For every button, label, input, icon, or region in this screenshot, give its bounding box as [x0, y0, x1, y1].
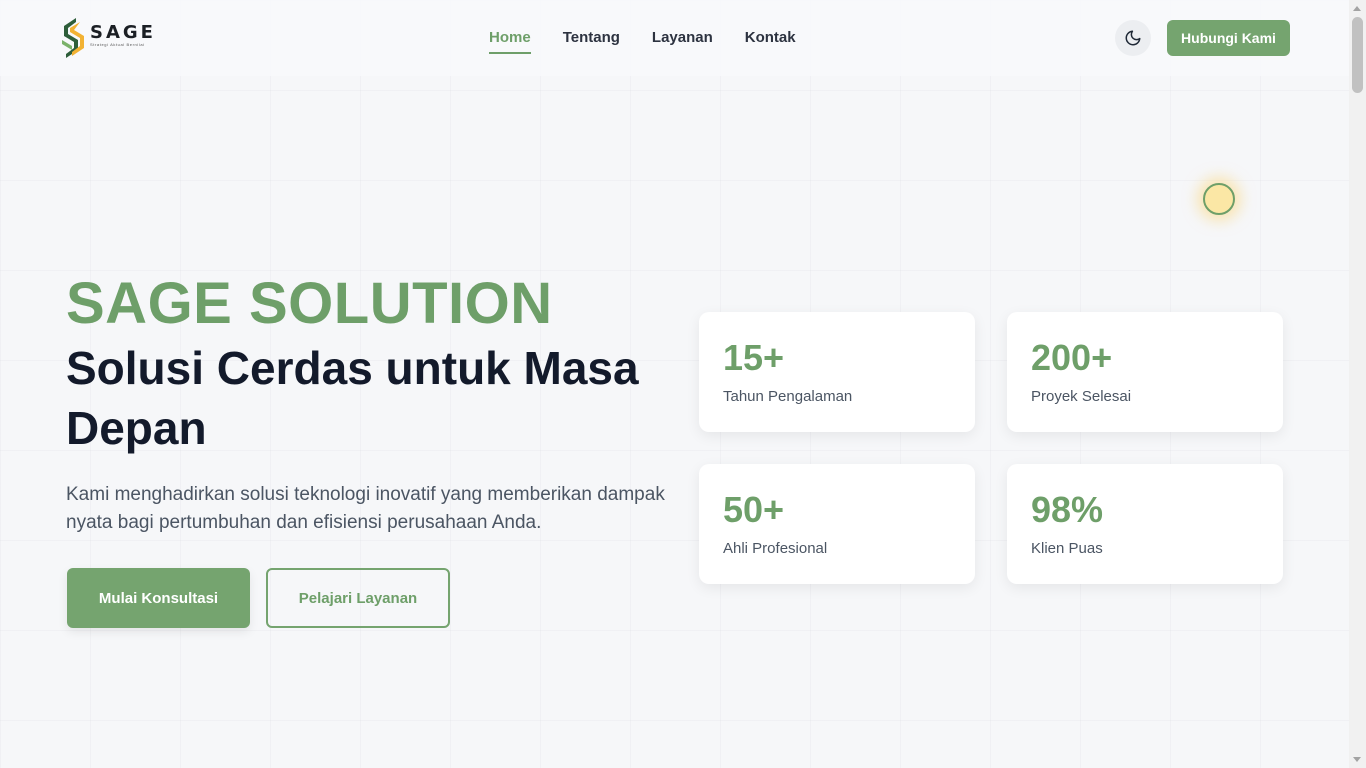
logo[interactable]: SAGE Strategi Aktual Bernilai	[58, 16, 156, 60]
stat-value: 98%	[1031, 489, 1104, 530]
stat-label: Ahli Profesional	[723, 540, 828, 557]
stat-card-satisfaction: 98% Klien Puas	[1007, 464, 1283, 584]
scrollbar-thumb[interactable]	[1352, 17, 1363, 93]
stat-value: 200+	[1031, 337, 1113, 378]
stat-label: Tahun Pengalaman	[723, 388, 853, 405]
hero-description: Kami menghadirkan solusi teknologi inova…	[66, 484, 665, 533]
logo-tagline: Strategi Aktual Bernilai	[90, 41, 145, 47]
stat-value: 50+	[723, 489, 785, 530]
stat-label: Klien Puas	[1031, 540, 1103, 557]
decorative-glow-dot	[1203, 183, 1235, 215]
stat-value: 15+	[723, 337, 785, 378]
stat-card-projects: 200+ Proyek Selesai	[1007, 312, 1283, 432]
contact-us-button[interactable]: Hubungi Kami	[1167, 20, 1290, 56]
nav-item-tentang[interactable]: Tentang	[563, 29, 620, 54]
scroll-down-arrow-icon[interactable]	[1353, 757, 1361, 762]
nav-item-kontak[interactable]: Kontak	[745, 29, 796, 54]
page: SAGE Strategi Aktual Bernilai Home Tenta…	[0, 0, 1349, 768]
stat-card-experience: 15+ Tahun Pengalaman	[699, 312, 975, 432]
hero-brand-title: SAGE SOLUTION	[66, 271, 553, 336]
scroll-up-arrow-icon[interactable]	[1353, 6, 1361, 11]
nav-item-layanan[interactable]: Layanan	[652, 29, 713, 54]
moon-icon	[1125, 30, 1141, 46]
learn-services-button[interactable]: Pelajari Layanan	[266, 568, 450, 628]
stat-card-experts: 50+ Ahli Profesional	[699, 464, 975, 584]
nav-item-home[interactable]: Home	[489, 29, 531, 54]
main-nav: Home Tentang Layanan Kontak	[489, 29, 796, 54]
page-scrollbar[interactable]	[1349, 0, 1366, 768]
start-consultation-button[interactable]: Mulai Konsultasi	[67, 568, 250, 628]
sage-logo-icon	[62, 18, 84, 58]
theme-toggle-button[interactable]	[1115, 20, 1151, 56]
logo-text: SAGE	[90, 21, 156, 43]
hero-title: Solusi Cerdas untuk Masa Depan	[66, 342, 639, 454]
stat-label: Proyek Selesai	[1031, 388, 1132, 405]
site-header: SAGE Strategi Aktual Bernilai Home Tenta…	[0, 0, 1349, 76]
